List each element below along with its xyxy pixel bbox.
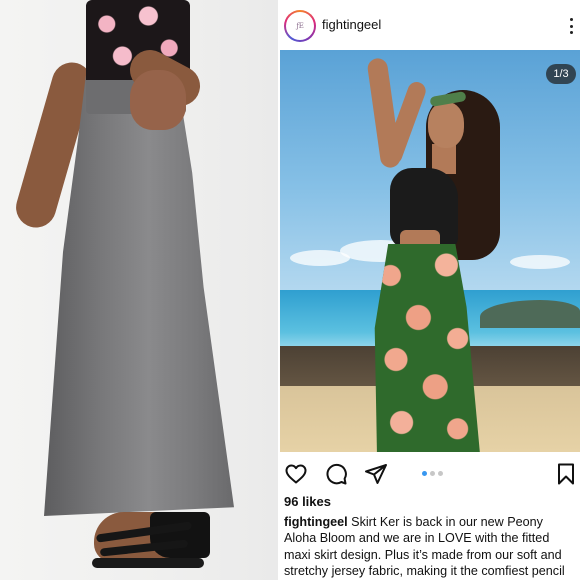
username[interactable]: fightingeel: [322, 17, 381, 32]
carousel-dot-active: [422, 471, 427, 476]
post-header: ƒE fightingeel: [280, 0, 580, 50]
post-image[interactable]: 1/3: [280, 50, 580, 452]
action-bar: [280, 452, 580, 492]
post-caption: fightingeel Skirt Ker is back in our new…: [284, 514, 576, 580]
more-icon[interactable]: [566, 16, 576, 36]
image-counter-badge: 1/3: [546, 64, 576, 84]
carousel-dot: [438, 471, 443, 476]
avatar[interactable]: ƒE: [284, 10, 316, 42]
comment-icon[interactable]: [324, 462, 348, 486]
share-icon[interactable]: [364, 462, 388, 486]
heart-icon[interactable]: [284, 462, 308, 486]
carousel-dot: [430, 471, 435, 476]
product-photo-gray-maxi-skirt: [0, 0, 278, 580]
avatar-logo: ƒE: [296, 22, 304, 30]
carousel-dots: [422, 471, 443, 476]
bookmark-icon[interactable]: [554, 462, 578, 486]
instagram-post: ƒE fightingeel 1/3 96 likes fightingeel …: [280, 0, 580, 580]
caption-username[interactable]: fightingeel: [284, 515, 348, 529]
black-sandal: [92, 558, 204, 568]
likes-count[interactable]: 96 likes: [284, 494, 331, 509]
